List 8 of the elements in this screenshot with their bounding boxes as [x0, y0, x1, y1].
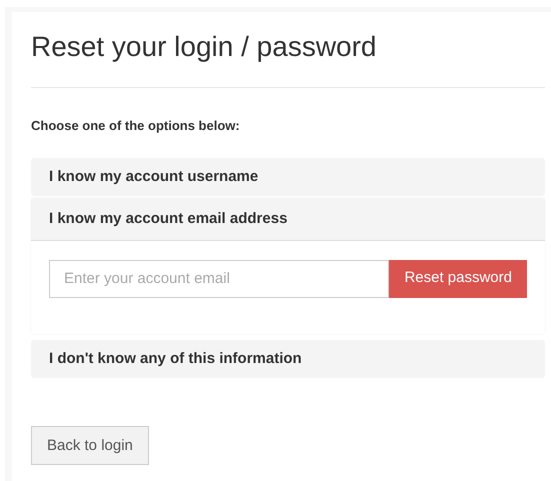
instructions-text: Choose one of the options below: — [31, 117, 241, 135]
accordion-header[interactable]: I don't know any of this information — [31, 340, 545, 378]
email-field[interactable]: Enter your account email — [49, 260, 390, 298]
page-title: Reset your login / password — [31, 30, 378, 63]
accordion-header[interactable]: I know my account email address — [31, 198, 545, 240]
accordion-header[interactable]: I know my account username — [31, 158, 545, 196]
back-to-login-button[interactable]: Back to login — [31, 426, 149, 464]
reset-password-button[interactable]: Reset password — [389, 260, 527, 298]
